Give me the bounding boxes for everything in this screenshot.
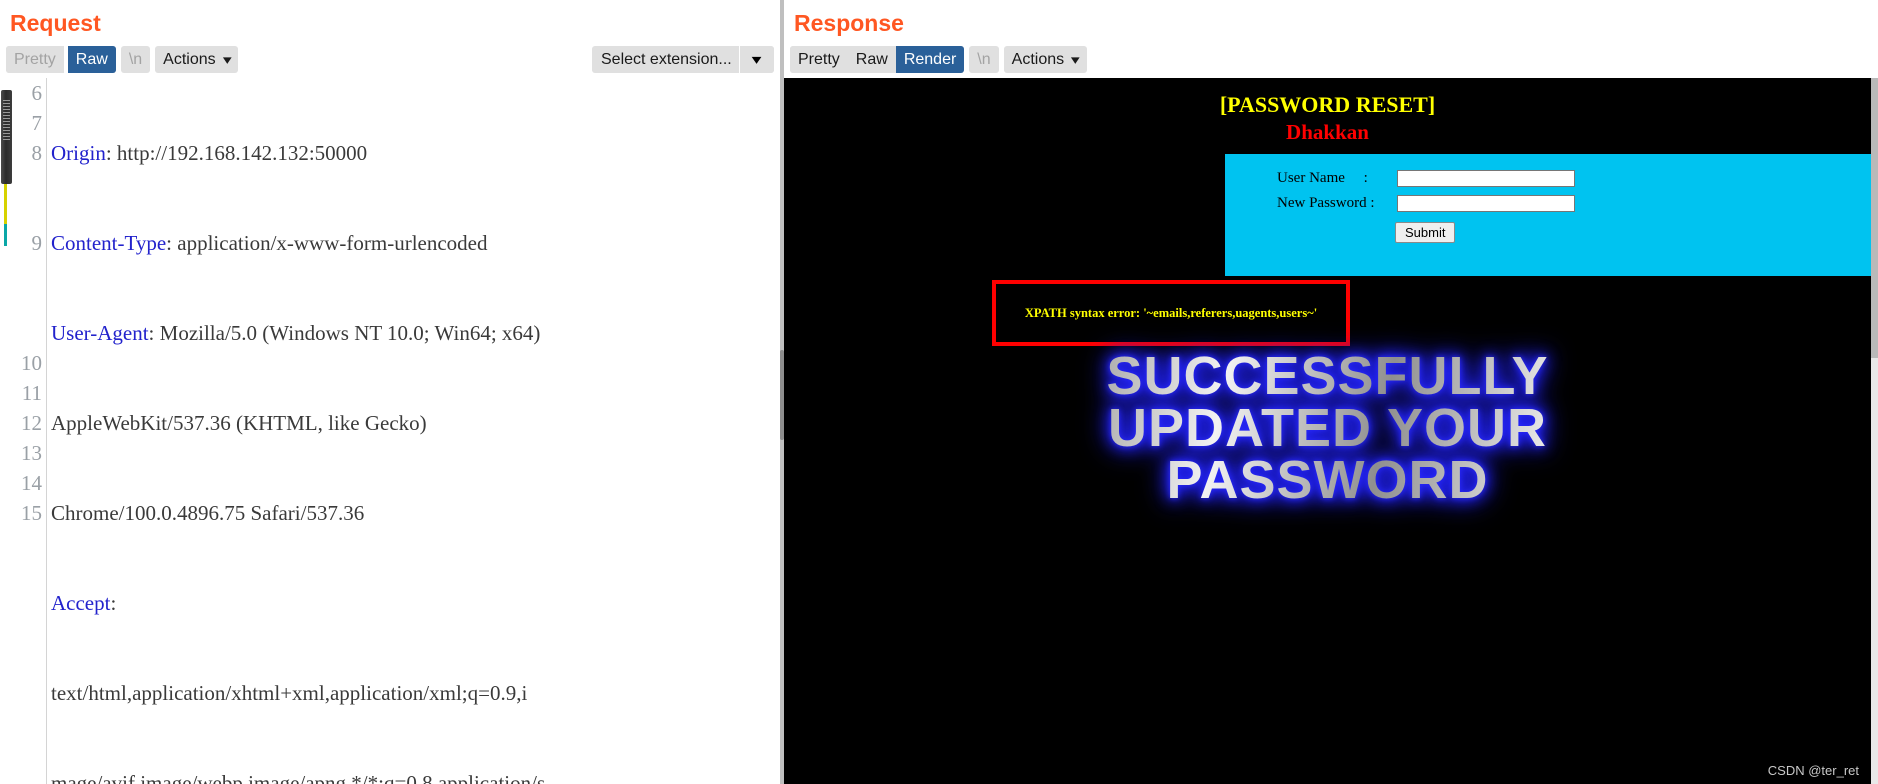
line-number: 10 bbox=[21, 351, 42, 375]
code-line: text/html,application/xhtml+xml,applicat… bbox=[51, 681, 528, 705]
header-value-text: http://192.168.142.132:50000 bbox=[111, 141, 368, 165]
code-line: AppleWebKit/537.36 (KHTML, like Gecko) bbox=[51, 411, 427, 435]
xpath-error-text: XPATH syntax error: '~emails,referers,ua… bbox=[1024, 305, 1318, 320]
response-tab-render[interactable]: Render bbox=[895, 46, 965, 73]
line-number: 8 bbox=[31, 141, 43, 165]
response-vertical-scrollbar[interactable] bbox=[1871, 78, 1878, 784]
request-code-lines[interactable]: Origin: http://192.168.142.132:50000 Con… bbox=[47, 78, 768, 784]
new-password-label: New Password : bbox=[1277, 195, 1375, 211]
line-number: 9 bbox=[31, 231, 43, 255]
request-line-number-gutter: 6 7 8 9 10 11 12 13 14 15 bbox=[13, 78, 47, 784]
chevron-down-icon: ▾ bbox=[222, 52, 232, 67]
request-view-tabs[interactable]: Pretty Raw bbox=[6, 46, 116, 73]
response-scrollbar-thumb[interactable] bbox=[1871, 78, 1878, 358]
response-toolbar: Pretty Raw Render \n Actions ▾ bbox=[790, 46, 1087, 73]
rendered-page-heading: [PASSWORD RESET] bbox=[1219, 92, 1436, 117]
request-toolbar: Pretty Raw \n Actions ▾ bbox=[6, 46, 239, 73]
request-extension-label: Select extension... bbox=[601, 50, 732, 68]
request-tab-raw[interactable]: Raw bbox=[67, 46, 116, 73]
xpath-error-box: XPATH syntax error: '~emails,referers,ua… bbox=[992, 280, 1350, 346]
username-input[interactable] bbox=[1397, 170, 1575, 187]
header-key: Content-Type bbox=[51, 231, 167, 255]
code-line: Content-Type: application/x-www-form-url… bbox=[51, 231, 488, 255]
burp-suite-repeater-window: Request Pretty Raw \n Actions ▾ Select e… bbox=[0, 0, 1878, 784]
line-number bbox=[13, 588, 42, 618]
line-number bbox=[13, 258, 42, 288]
line-number bbox=[13, 168, 42, 198]
request-actions-label: Actions bbox=[163, 50, 216, 68]
password-reset-form: User Name : New Password : Submit bbox=[1225, 154, 1871, 276]
chevron-down-icon[interactable]: ▾ bbox=[739, 46, 774, 73]
line-number: 12 bbox=[21, 411, 42, 435]
chevron-down-icon: ▾ bbox=[1070, 52, 1080, 67]
line-number bbox=[13, 618, 42, 648]
line-number bbox=[13, 288, 42, 318]
request-panel: Request Pretty Raw \n Actions ▾ Select e… bbox=[0, 0, 780, 784]
line-number bbox=[13, 558, 42, 588]
line-number: 13 bbox=[21, 441, 42, 465]
response-panel: Response Pretty Raw Render \n Actions ▾ … bbox=[784, 0, 1878, 784]
line-number: 6 bbox=[31, 81, 43, 105]
code-line: Accept: bbox=[51, 591, 117, 615]
code-line: Origin: http://192.168.142.132:50000 bbox=[51, 138, 768, 168]
request-scroll-marker-teal bbox=[4, 224, 7, 246]
header-value-text: application/x-www-form-urlencoded bbox=[172, 231, 488, 255]
request-actions-menu[interactable]: Actions ▾ bbox=[155, 46, 239, 73]
line-number bbox=[13, 318, 42, 348]
line-number: 15 bbox=[21, 501, 42, 525]
line-number: 7 bbox=[31, 111, 43, 135]
request-newline-label: \n bbox=[128, 50, 143, 68]
request-scrollbar-thumb[interactable] bbox=[1, 90, 12, 184]
password-row: New Password : bbox=[1225, 195, 1871, 212]
success-banner-text: SUCCESSFULLY UPDATED YOUR PASSWORD bbox=[784, 349, 1871, 507]
request-scroll-marker-yellow bbox=[4, 184, 7, 224]
header-value-text: Mozilla/5.0 (Windows NT 10.0; Win64; x64… bbox=[154, 321, 541, 345]
header-key: Origin bbox=[51, 141, 106, 165]
code-line: User-Agent: Mozilla/5.0 (Windows NT 10.0… bbox=[51, 321, 541, 345]
rendered-response-page: [PASSWORD RESET] Dhakkan User Name : New… bbox=[784, 78, 1871, 784]
request-vertical-scrollbar[interactable] bbox=[0, 78, 13, 784]
username-row: User Name : bbox=[1225, 170, 1871, 187]
response-newline-toggle[interactable]: \n bbox=[969, 46, 999, 73]
response-actions-menu[interactable]: Actions ▾ bbox=[1003, 46, 1087, 73]
response-tab-pretty[interactable]: Pretty bbox=[790, 46, 848, 73]
line-number: 11 bbox=[21, 381, 42, 405]
username-label: User Name : bbox=[1277, 170, 1368, 186]
request-tab-pretty[interactable]: Pretty bbox=[6, 46, 64, 73]
rendered-page-subheading: Dhakkan bbox=[1286, 120, 1369, 144]
request-extension-select[interactable]: Select extension... ▾ bbox=[592, 46, 774, 73]
submit-button[interactable]: Submit bbox=[1395, 222, 1456, 243]
line-number bbox=[13, 198, 42, 228]
request-panel-title: Request bbox=[10, 10, 101, 36]
line-number bbox=[13, 528, 42, 558]
response-view-tabs[interactable]: Pretty Raw Render bbox=[790, 46, 965, 73]
request-code-area: 6 7 8 9 10 11 12 13 14 15 Origin: http:/… bbox=[13, 78, 768, 784]
response-actions-label: Actions bbox=[1011, 50, 1065, 68]
code-line: Chrome/100.0.4896.75 Safari/537.36 bbox=[51, 501, 365, 525]
response-newline-label: \n bbox=[977, 50, 991, 68]
request-newline-toggle[interactable]: \n bbox=[120, 46, 151, 73]
header-key: User-Agent bbox=[51, 321, 149, 345]
response-tab-raw[interactable]: Raw bbox=[847, 46, 896, 73]
code-line: mage/avif,image/webp,image/apng,*/*;q=0.… bbox=[51, 771, 546, 784]
csdn-watermark: CSDN @ter_ret bbox=[1767, 763, 1859, 778]
line-number: 14 bbox=[21, 471, 42, 495]
header-key: Accept bbox=[51, 591, 111, 615]
request-raw-editor[interactable]: 6 7 8 9 10 11 12 13 14 15 Origin: http:/… bbox=[0, 78, 780, 784]
new-password-input[interactable] bbox=[1397, 195, 1575, 212]
response-panel-title: Response bbox=[794, 10, 904, 36]
